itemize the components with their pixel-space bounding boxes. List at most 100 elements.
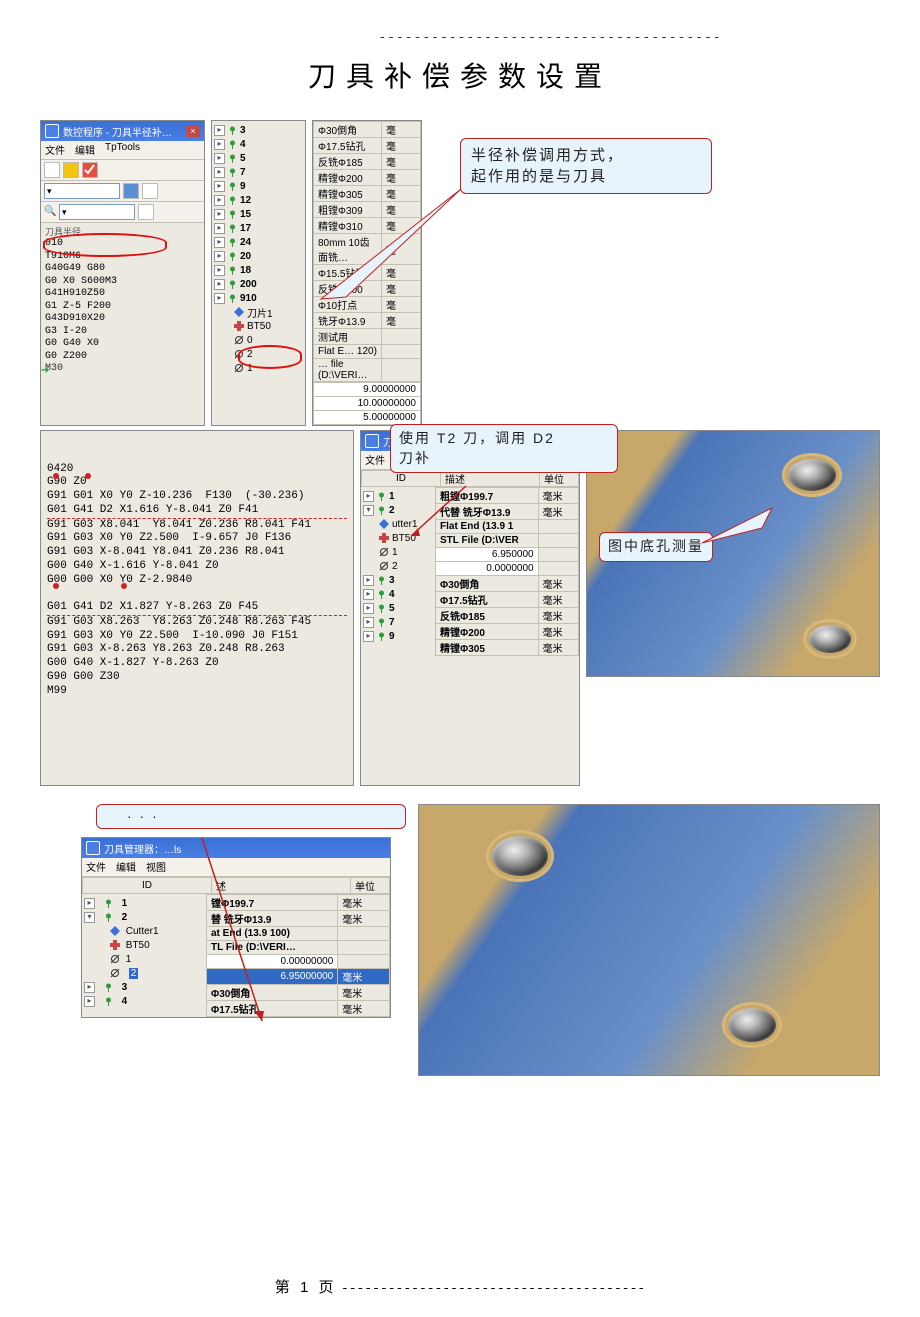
table-row[interactable]: 粗镗Φ199.7毫米 (436, 488, 579, 504)
table-row[interactable]: 反铣Φ185毫 (314, 154, 421, 170)
offset-item[interactable]: 1 (84, 952, 204, 966)
table-row[interactable]: 9.00000000 (314, 383, 421, 397)
tree-item[interactable]: ▸3 (363, 573, 433, 587)
menu-edit[interactable]: 编辑 (75, 142, 95, 158)
tree-item[interactable]: BT50 (84, 938, 204, 952)
tmb-titlebar[interactable]: 刀具管理器：…ls (82, 838, 390, 858)
table-row[interactable]: Flat End (13.9 1 (436, 520, 579, 534)
table-row[interactable]: Φ17.5钻孔毫 (314, 138, 421, 154)
tree-item[interactable]: ▸7 (363, 615, 433, 629)
table-row[interactable]: 替 铣牙Φ13.9毫米 (207, 911, 390, 927)
nc-toolbar3[interactable]: 🔍 ▾ (41, 202, 204, 223)
expand-icon[interactable]: ▸ (363, 589, 374, 600)
expand-icon[interactable]: ▸ (84, 898, 95, 909)
table-row[interactable]: 铣牙Φ13.9毫 (314, 313, 421, 329)
table-row[interactable]: 反铣Φ185毫米 (436, 608, 579, 624)
tree-item[interactable]: ▸910 (214, 291, 303, 305)
table-row[interactable]: 10.00000000 (314, 397, 421, 411)
tree-item[interactable]: ▸ 1 (84, 896, 204, 910)
table-row[interactable]: 6.950000 (436, 548, 579, 562)
offset-item[interactable]: 1 (363, 545, 433, 559)
table-row[interactable]: at End (13.9 100) (207, 927, 390, 941)
expand-icon[interactable]: ▸ (214, 125, 225, 136)
col-id[interactable]: ID (83, 878, 212, 894)
table-row[interactable]: Φ30倒角毫米 (436, 576, 579, 592)
menu-file[interactable]: 文件 (86, 859, 106, 875)
tree-item[interactable]: utter1 (363, 517, 433, 531)
expand-icon[interactable]: ▸ (214, 251, 225, 262)
menu-tptools[interactable]: TpTools (105, 142, 140, 158)
expand-icon[interactable]: ▸ (214, 153, 225, 164)
dropdown-1[interactable]: ▾ (44, 183, 120, 199)
table-row[interactable]: … file (D:\VERI… (314, 359, 421, 382)
search-icon[interactable]: 🔍 (44, 206, 56, 218)
table-row[interactable]: Φ17.5钻孔毫米 (207, 1001, 390, 1017)
table-row[interactable]: 0.00000000 (207, 955, 390, 969)
tree-item[interactable]: ▸ 4 (84, 994, 204, 1008)
table-row[interactable]: 精镗Φ200毫米 (436, 624, 579, 640)
table-row[interactable]: Φ30倒角毫 (314, 122, 421, 138)
nc-toolbar2[interactable]: ▾ (41, 181, 204, 202)
tool-icon[interactable] (142, 183, 158, 199)
tree-item[interactable]: ▸5 (214, 151, 303, 165)
tree-item[interactable]: ▸9 (214, 179, 303, 193)
tree-item[interactable]: ▸24 (214, 235, 303, 249)
expand-icon[interactable]: ▸ (214, 293, 225, 304)
tree-item[interactable]: ▸20 (214, 249, 303, 263)
tree-item[interactable]: ▸200 (214, 277, 303, 291)
offset-item[interactable]: 2 (84, 966, 204, 980)
tree-item[interactable]: BT50 (214, 319, 303, 333)
tree-item[interactable]: ▸5 (363, 601, 433, 615)
tree-item[interactable]: 刀片1 (214, 305, 303, 319)
close-icon[interactable]: × (186, 125, 200, 137)
nc-toolbar[interactable] (41, 160, 204, 181)
expand-icon[interactable]: ▸ (214, 181, 225, 192)
tree-item[interactable]: Cutter1 (84, 924, 204, 938)
tree-item[interactable]: ▸18 (214, 263, 303, 277)
open-icon[interactable] (44, 162, 60, 178)
expand-icon[interactable]: ▸ (363, 575, 374, 586)
table-row[interactable]: 代替 铣牙Φ13.9毫米 (436, 504, 579, 520)
table-row[interactable]: 镗Φ199.7毫米 (207, 895, 390, 911)
table-row[interactable]: 测试用 (314, 329, 421, 345)
expand-icon[interactable]: ▸ (84, 982, 95, 993)
tmb-menubar[interactable]: 文件 编辑 视图 (82, 858, 390, 877)
table-row[interactable]: Flat E… 120) (314, 345, 421, 359)
expand-icon[interactable]: ▸ (214, 279, 225, 290)
tree-item[interactable]: ▸3 (214, 123, 303, 137)
tree-item[interactable]: ▾2 (363, 503, 433, 517)
gear-icon[interactable] (123, 183, 139, 199)
expand-icon[interactable]: ▸ (214, 265, 225, 276)
expand-icon[interactable]: ▸ (363, 617, 374, 628)
expand-icon[interactable]: ▸ (214, 167, 225, 178)
table-row[interactable]: 5.00000000 (314, 411, 421, 425)
expand-icon[interactable]: ▸ (214, 223, 225, 234)
table-row[interactable]: 0.0000000 (436, 562, 579, 576)
expand-icon[interactable]: ▸ (214, 139, 225, 150)
menu-file[interactable]: 文件 (45, 142, 65, 158)
nc-menubar[interactable]: 文件 编辑 TpTools (41, 141, 204, 160)
table-row[interactable]: Φ30倒角毫米 (207, 985, 390, 1001)
table-row[interactable]: 精镗Φ305毫米 (436, 640, 579, 656)
tree-item[interactable]: ▸ 3 (84, 980, 204, 994)
dropdown-2[interactable]: ▾ (59, 204, 135, 220)
nc-titlebar[interactable]: 数控程序 - 刀具半径补… × (41, 121, 204, 141)
tree-item[interactable]: ▸17 (214, 221, 303, 235)
expand-icon[interactable]: ▾ (363, 505, 374, 516)
expand-icon[interactable]: ▸ (363, 631, 374, 642)
offset-item[interactable]: 2 (363, 559, 433, 573)
expand-icon[interactable]: ▸ (214, 195, 225, 206)
expand-icon[interactable]: ▸ (214, 209, 225, 220)
menu-file[interactable]: 文件 (365, 452, 385, 468)
tree-item[interactable]: ▸12 (214, 193, 303, 207)
menu-edit[interactable]: 编辑 (116, 859, 136, 875)
col-unit[interactable]: 单位 (351, 878, 390, 894)
tree-item[interactable]: ▸9 (363, 629, 433, 643)
print-icon[interactable] (63, 162, 79, 178)
table-row[interactable]: 6.95000000毫米 (207, 969, 390, 985)
tree-item[interactable]: ▸1 (363, 489, 433, 503)
table-row[interactable]: Φ17.5钻孔毫米 (436, 592, 579, 608)
expand-icon[interactable]: ▸ (363, 491, 374, 502)
tree-item[interactable]: ▸4 (363, 587, 433, 601)
tree-item[interactable]: ▸15 (214, 207, 303, 221)
